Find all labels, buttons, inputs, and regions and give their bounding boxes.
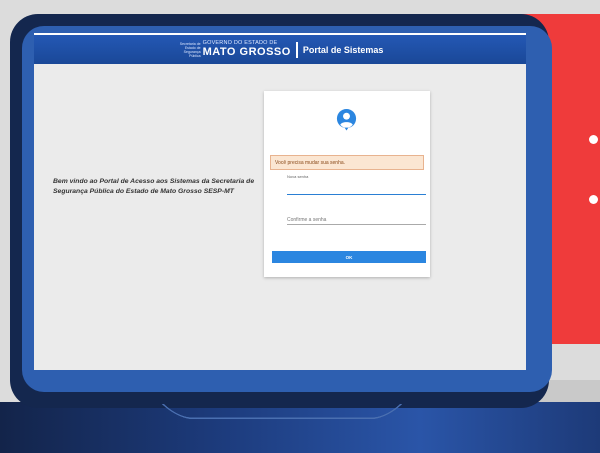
password-change-card: Você precisa mudar sua senha. Nova senha… <box>264 91 430 277</box>
decorative-dot <box>589 135 598 144</box>
confirm-password-field[interactable] <box>287 215 426 225</box>
welcome-message: Bem vindo ao Portal de Acesso aos Sistem… <box>53 178 255 195</box>
user-circle-icon <box>336 108 357 131</box>
laptop-hinge <box>161 403 403 420</box>
new-password-label: Nova senha <box>287 174 309 179</box>
decorative-dot <box>589 195 598 204</box>
brand-logo[interactable]: Secretaria de Estado de Segurança Públic… <box>177 41 384 58</box>
secretaria-text: Secretaria de Estado de Segurança Públic… <box>179 41 201 58</box>
top-bar: Secretaria de Estado de Segurança Públic… <box>34 33 526 64</box>
laptop-screen: Secretaria de Estado de Segurança Públic… <box>34 33 526 370</box>
new-password-field[interactable] <box>287 185 426 195</box>
brand-divider <box>295 41 298 58</box>
portal-title: Portal de Sistemas <box>302 44 384 55</box>
ok-button[interactable]: OK <box>272 251 426 263</box>
state-name: MATO GROSSO <box>202 45 291 58</box>
government-logo: GOVERNO DO ESTADO DE MATO GROSSO <box>203 41 291 58</box>
password-change-alert: Você precisa mudar sua senha. <box>270 155 424 170</box>
